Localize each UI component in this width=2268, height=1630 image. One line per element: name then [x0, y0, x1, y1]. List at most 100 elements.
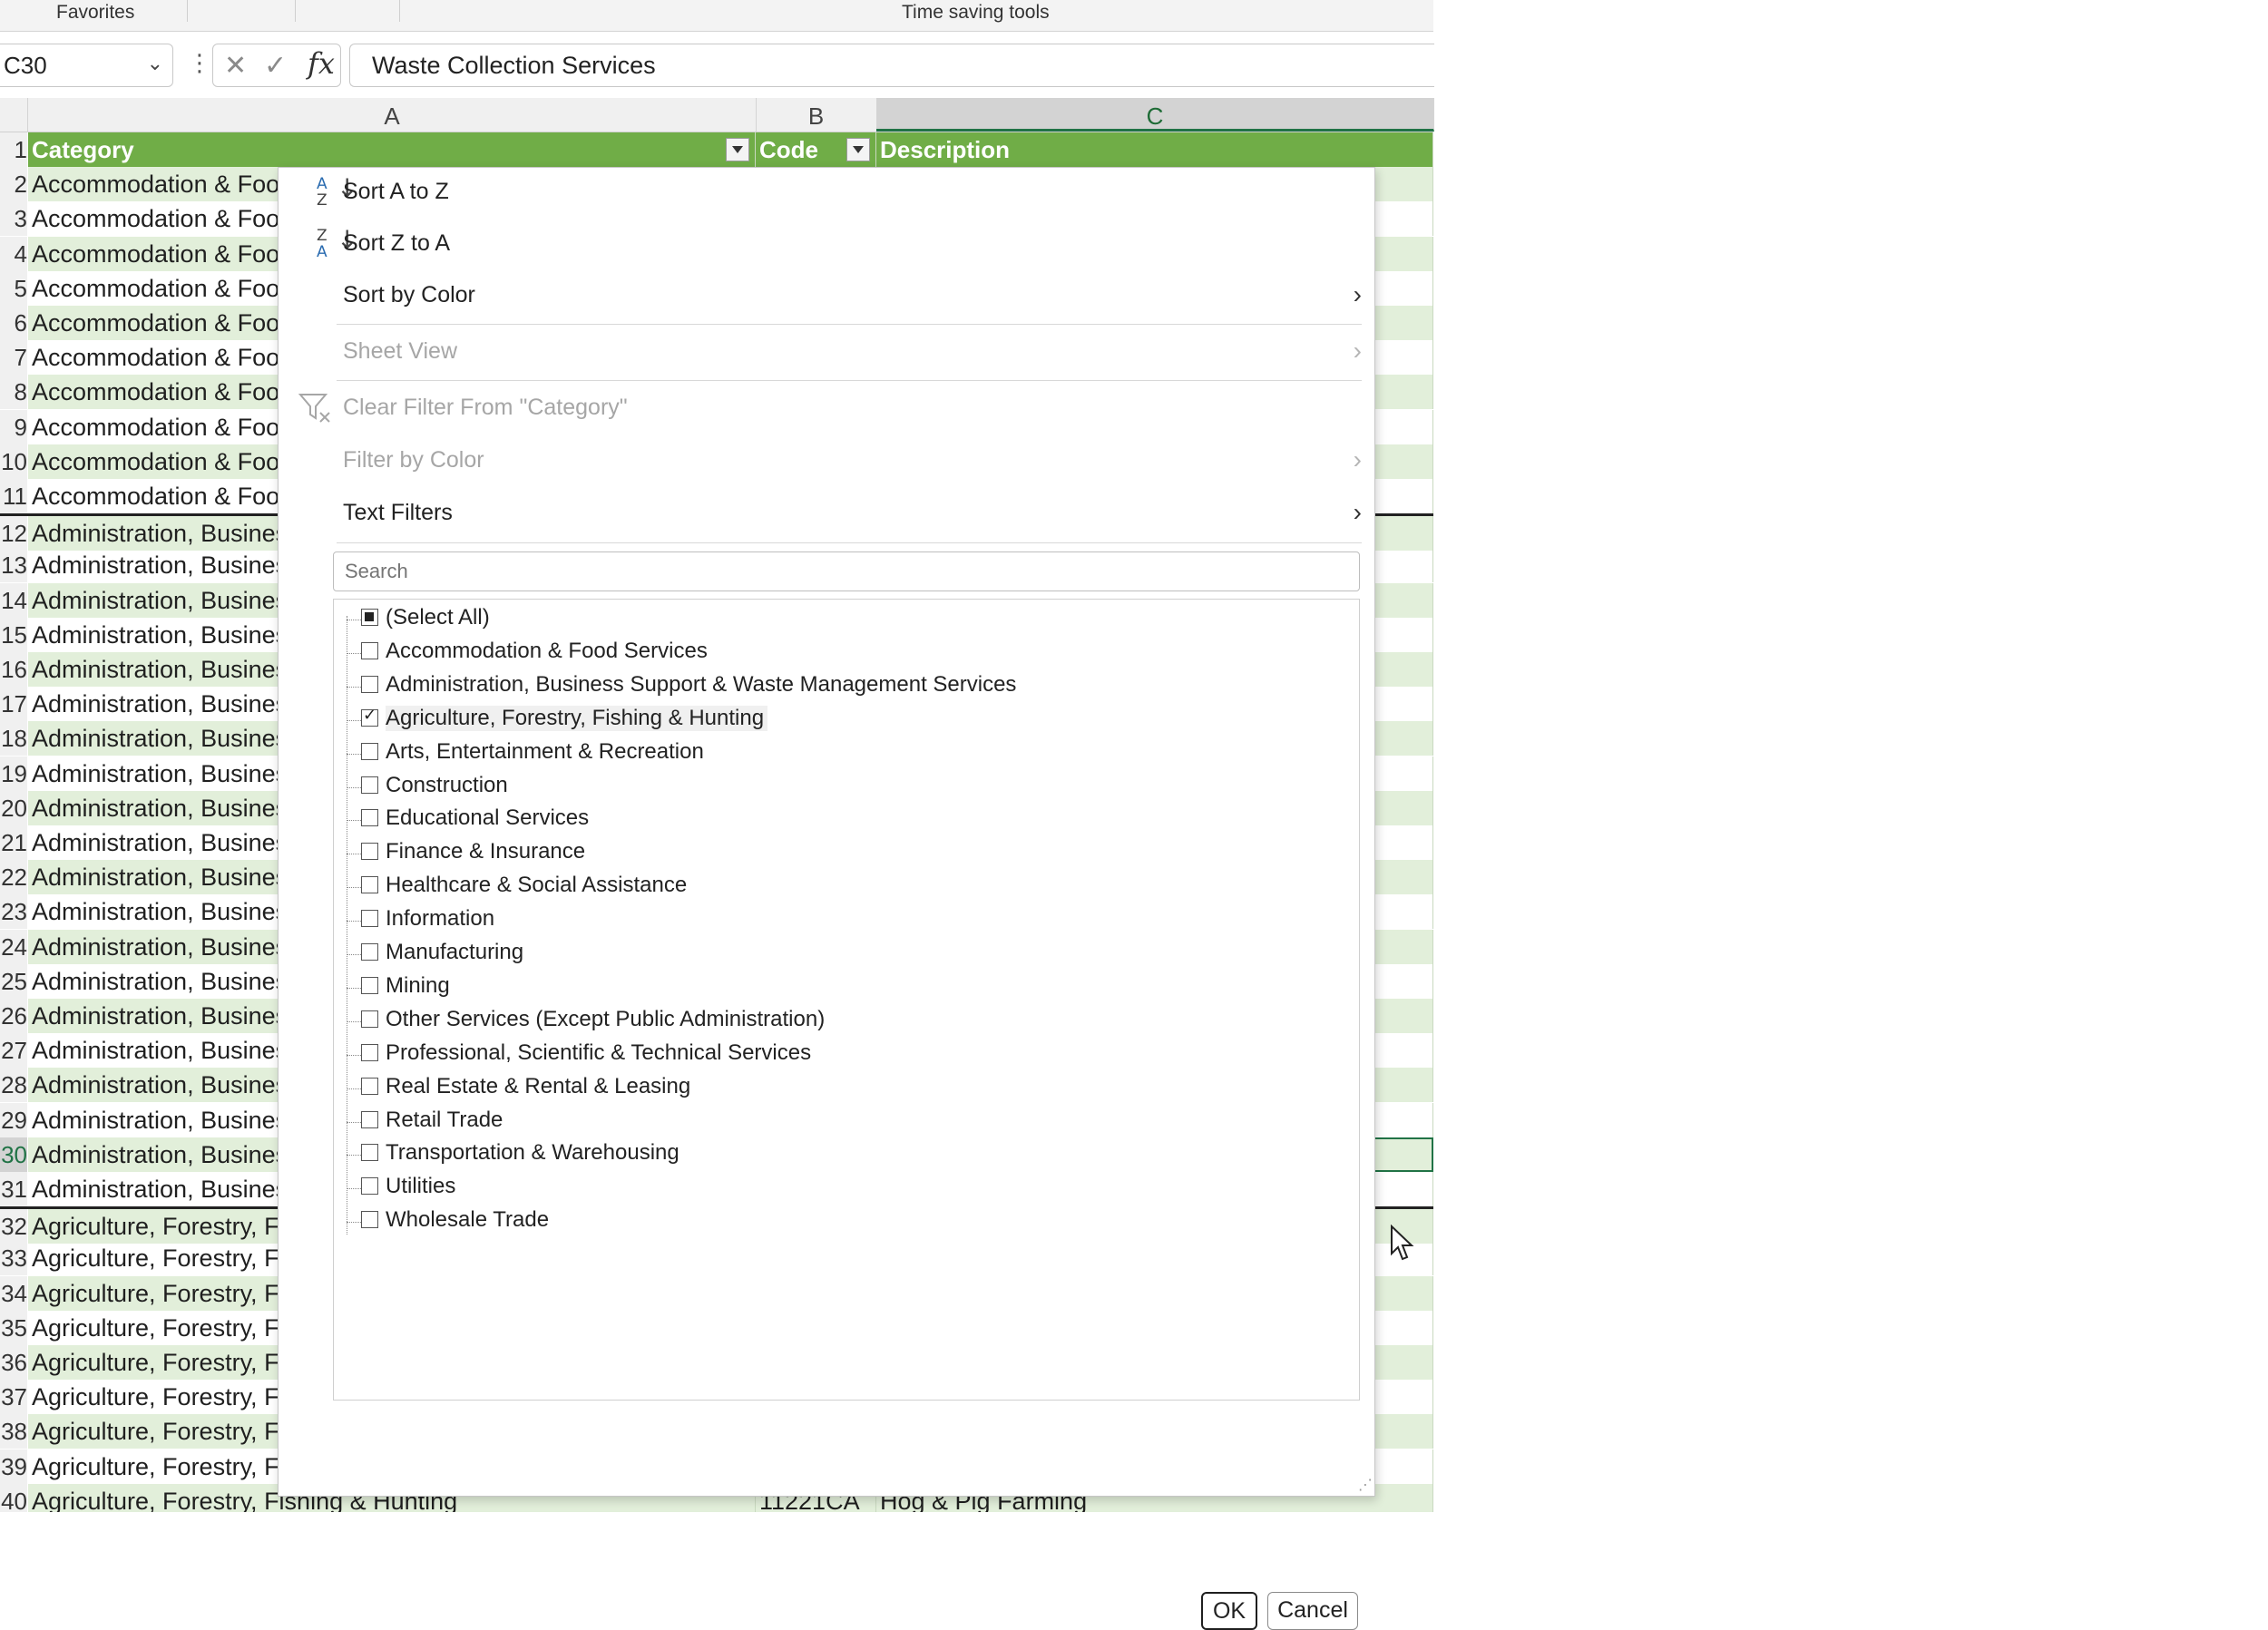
text-filters-item[interactable]: Text Filters ›: [279, 489, 1374, 538]
row-number[interactable]: 40: [0, 1484, 27, 1512]
row-number[interactable]: 8: [0, 375, 27, 409]
filter-value-item[interactable]: Healthcare & Social Assistance: [334, 871, 1332, 904]
row-number[interactable]: 16: [0, 652, 27, 687]
sort-a-to-z-item[interactable]: A Z ↓ Sort A to Z: [279, 168, 1374, 217]
filter-value-checkbox[interactable]: [361, 743, 378, 760]
sort-by-color-item[interactable]: Sort by Color ›: [279, 271, 1374, 320]
column-header-b[interactable]: B: [756, 98, 877, 132]
row-number[interactable]: 15: [0, 618, 27, 652]
row-number[interactable]: 38: [0, 1414, 27, 1449]
header-cell-category[interactable]: Category: [28, 132, 756, 167]
row-number[interactable]: 10: [0, 444, 27, 479]
ribbon-group-time-saving-tools[interactable]: Time saving tools: [902, 0, 1050, 25]
row-number[interactable]: 3: [0, 201, 27, 236]
row-number[interactable]: 22: [0, 860, 27, 894]
row-number[interactable]: 26: [0, 999, 27, 1033]
filter-value-item[interactable]: Wholesale Trade: [334, 1205, 1332, 1239]
filter-dropdown-category-button[interactable]: [726, 138, 749, 161]
row-number[interactable]: 20: [0, 791, 27, 825]
filter-search-box[interactable]: [333, 551, 1360, 591]
row-number[interactable]: 30: [0, 1137, 27, 1172]
filter-value-item[interactable]: Finance & Insurance: [334, 837, 1332, 871]
resize-grip-icon[interactable]: ⋰: [1358, 1476, 1373, 1494]
filter-value-item[interactable]: Manufacturing: [334, 938, 1332, 971]
row-number[interactable]: 37: [0, 1380, 27, 1414]
filter-value-item[interactable]: Utilities: [334, 1172, 1332, 1205]
filter-value-item[interactable]: (Select All): [334, 603, 1332, 637]
ribbon-group-favorites[interactable]: Favorites: [56, 0, 134, 25]
filter-value-item[interactable]: Other Services (Except Public Administra…: [334, 1005, 1332, 1039]
filter-value-item[interactable]: Agriculture, Forestry, Fishing & Hunting: [334, 704, 1332, 737]
filter-value-checkbox[interactable]: [361, 1078, 378, 1095]
filter-value-checkbox[interactable]: [361, 776, 378, 794]
row-number[interactable]: 12: [0, 516, 27, 551]
row-number[interactable]: 36: [0, 1345, 27, 1380]
formula-input[interactable]: Waste Collection Services: [349, 44, 1434, 87]
filter-value-checkbox[interactable]: [361, 1177, 378, 1195]
filter-value-checkbox[interactable]: [361, 1010, 378, 1028]
search-input[interactable]: [343, 552, 1344, 591]
filter-value-checkbox[interactable]: [361, 1111, 378, 1128]
row-number[interactable]: 23: [0, 894, 27, 929]
filter-values-list[interactable]: (Select All) Accommodation & Food Service…: [333, 599, 1360, 1401]
filter-value-checkbox[interactable]: [361, 876, 378, 893]
row-number[interactable]: 6: [0, 306, 27, 340]
filter-value-checkbox[interactable]: [361, 1144, 378, 1161]
filter-value-checkbox[interactable]: [361, 676, 378, 693]
row-number[interactable]: 33: [0, 1241, 27, 1275]
filter-value-item[interactable]: Professional, Scientific & Technical Ser…: [334, 1039, 1332, 1072]
filter-value-item[interactable]: Information: [334, 904, 1332, 938]
row-number[interactable]: 1: [0, 132, 27, 167]
row-number[interactable]: 39: [0, 1449, 27, 1484]
insert-function-icon[interactable]: fx: [308, 46, 335, 81]
row-number[interactable]: 27: [0, 1033, 27, 1068]
row-number[interactable]: 21: [0, 825, 27, 860]
filter-value-checkbox[interactable]: [361, 642, 378, 659]
filter-value-checkbox[interactable]: [361, 1044, 378, 1061]
filter-value-item[interactable]: Arts, Entertainment & Recreation: [334, 737, 1332, 771]
filter-value-item[interactable]: Educational Services: [334, 804, 1332, 837]
row-number[interactable]: 24: [0, 930, 27, 964]
row-number[interactable]: 18: [0, 721, 27, 756]
row-number[interactable]: 2: [0, 167, 27, 201]
ok-button[interactable]: OK: [1201, 1592, 1257, 1630]
row-number[interactable]: 4: [0, 237, 27, 271]
filter-value-item[interactable]: Administration, Business Support & Waste…: [334, 670, 1332, 704]
row-number[interactable]: 9: [0, 410, 27, 444]
more-options-icon[interactable]: ⋮: [188, 49, 211, 77]
row-number[interactable]: 35: [0, 1311, 27, 1345]
row-number[interactable]: 25: [0, 964, 27, 999]
filter-value-checkbox[interactable]: [361, 843, 378, 860]
filter-value-checkbox[interactable]: [361, 1211, 378, 1228]
filter-value-item[interactable]: Accommodation & Food Services: [334, 637, 1332, 670]
row-number[interactable]: 31: [0, 1172, 27, 1206]
row-number[interactable]: 32: [0, 1209, 27, 1244]
cancel-entry-icon[interactable]: ✕: [224, 50, 247, 82]
filter-value-item[interactable]: Mining: [334, 971, 1332, 1005]
filter-value-checkbox[interactable]: [361, 943, 378, 961]
column-header-a[interactable]: A: [28, 98, 757, 132]
row-number[interactable]: 19: [0, 756, 27, 791]
row-number[interactable]: 34: [0, 1276, 27, 1311]
filter-value-checkbox[interactable]: [361, 609, 378, 626]
row-number[interactable]: 11: [0, 479, 27, 513]
row-number[interactable]: 7: [0, 340, 27, 375]
header-cell-description[interactable]: Description: [876, 132, 1433, 167]
sort-z-to-a-item[interactable]: Z A ↓ Sort Z to A: [279, 220, 1374, 268]
name-box[interactable]: C30 ⌄: [0, 44, 173, 87]
confirm-entry-icon[interactable]: ✓: [264, 50, 287, 82]
filter-value-item[interactable]: Retail Trade: [334, 1106, 1332, 1139]
filter-value-checkbox[interactable]: [361, 809, 378, 826]
filter-value-item[interactable]: Transportation & Warehousing: [334, 1138, 1332, 1172]
row-number[interactable]: 13: [0, 548, 27, 582]
filter-value-checkbox[interactable]: [361, 910, 378, 927]
filter-value-item[interactable]: Real Estate & Rental & Leasing: [334, 1072, 1332, 1106]
cancel-button[interactable]: Cancel: [1267, 1592, 1358, 1630]
select-all-corner[interactable]: [0, 98, 28, 132]
filter-dropdown-code-button[interactable]: [846, 138, 870, 161]
row-number[interactable]: 28: [0, 1068, 27, 1102]
filter-value-checkbox[interactable]: [361, 977, 378, 994]
filter-value-item[interactable]: Construction: [334, 771, 1332, 805]
row-number[interactable]: 14: [0, 583, 27, 618]
column-header-c[interactable]: C: [876, 98, 1434, 132]
